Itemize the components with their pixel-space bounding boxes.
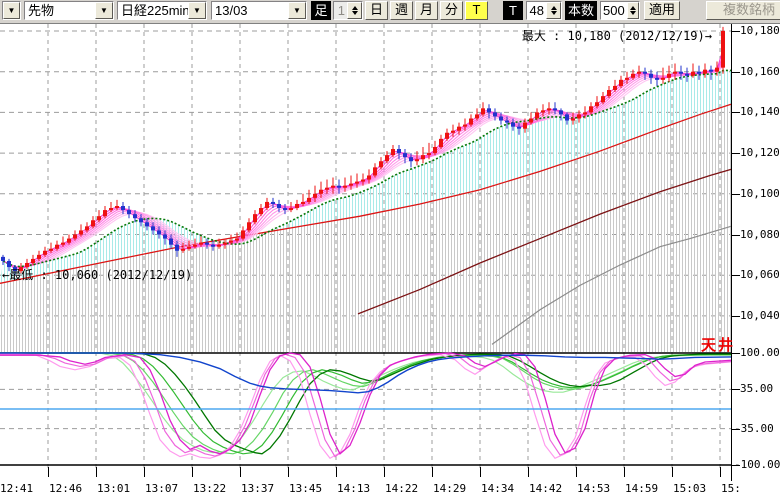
price-tick (732, 153, 740, 154)
bar-count-stepper[interactable]: 500 (600, 1, 640, 20)
time-label: 13:45 (289, 482, 322, 495)
apply-button[interactable]: 適用 (644, 1, 680, 20)
toolbar: ▼ 先物 ▼ 日経225mini ▼ 13/03 ▼ 足 1 日 週 月 分 T… (0, 0, 780, 24)
price-tick (732, 112, 740, 113)
time-label: 13:22 (193, 482, 226, 495)
time-label: 12:46 (49, 482, 82, 495)
period-button-month[interactable]: 月 (415, 1, 438, 20)
time-label: 13:37 (241, 482, 274, 495)
period-button-minute[interactable]: 分 (440, 1, 463, 20)
price-label: 10,140 (740, 105, 780, 118)
symbol-select[interactable]: 日経225mini ▼ (117, 1, 207, 20)
time-label: 12:41 (0, 482, 33, 495)
time-tick (528, 467, 529, 477)
price-label: 10,040 (740, 309, 780, 322)
max-price-annotation: 最大 : 10,180 (2012/12/19)→ (522, 27, 712, 44)
chevron-down-icon[interactable]: ▼ (188, 2, 206, 19)
tick-size-label: T (503, 1, 523, 20)
price-tick (732, 31, 740, 32)
time-tick (96, 467, 97, 477)
price-tick (732, 72, 740, 73)
contract-select-value: 13/03 (212, 2, 288, 19)
period-button-day[interactable]: 日 (365, 1, 388, 20)
time-label: 14:53 (577, 482, 610, 495)
time-tick (672, 467, 673, 477)
min-price-annotation: ←最低 : 10,060 (2012/12/19) (2, 266, 192, 283)
period-button-week[interactable]: 週 (390, 1, 413, 20)
time-tick (288, 467, 289, 477)
price-label: 10,080 (740, 228, 780, 241)
time-tick (480, 467, 481, 477)
bar-interval-value: 1 (334, 2, 347, 19)
time-tick (48, 467, 49, 477)
price-tick (732, 235, 740, 236)
oscillator-panel[interactable] (0, 352, 732, 468)
time-tick (384, 467, 385, 477)
oscillator-label: -100.00 (734, 458, 780, 471)
price-label: 10,100 (740, 187, 780, 200)
chevron-down-icon[interactable]: ▼ (3, 2, 20, 19)
oscillator-tick (732, 389, 740, 390)
time-tick (624, 467, 625, 477)
time-label: 14:34 (481, 482, 514, 495)
time-tick (432, 467, 433, 477)
trading-chart-window: { "toolbar": { "stub_arrow": "▼", "marke… (0, 0, 780, 500)
price-panel[interactable] (0, 24, 732, 352)
contract-select[interactable]: 13/03 ▼ (211, 1, 307, 20)
time-tick (720, 467, 721, 477)
combo-stub[interactable]: ▼ (2, 1, 21, 20)
chevron-down-icon[interactable]: ▼ (95, 2, 113, 19)
max-arrow-icon: → (705, 29, 712, 43)
price-tick (732, 275, 740, 276)
oscillator-label: 35.00 (740, 382, 773, 395)
time-label: 14:13 (337, 482, 370, 495)
time-tick (240, 467, 241, 477)
price-tick (732, 194, 740, 195)
bar-interval-stepper[interactable]: 1 (333, 1, 363, 20)
price-label: 10,180 (740, 24, 780, 37)
bar-count-value: 500 (601, 2, 627, 19)
bar-label: 足 (311, 1, 331, 20)
time-tick (144, 467, 145, 477)
time-label: 14:22 (385, 482, 418, 495)
price-tick (732, 316, 740, 317)
time-tick (192, 467, 193, 477)
time-label: 15: (721, 482, 740, 495)
tick-size-value: 48 (527, 2, 546, 19)
time-axis: 12:41 12:46 13:01 13:07 13:22 13:37 13:45 14:13… (0, 482, 740, 498)
market-select-value: 先物 (25, 2, 95, 19)
spinner-icon[interactable] (627, 2, 639, 19)
time-label: 13:07 (145, 482, 178, 495)
price-label: 10,060 (740, 268, 780, 281)
time-label: 13:01 (97, 482, 130, 495)
oscillator-label: 100.00 (740, 346, 780, 359)
max-price-text: 最大 : 10,180 (2012/12/19) (522, 29, 705, 43)
bar-count-label: 本数 (565, 1, 597, 20)
symbol-select-value: 日経225mini (118, 2, 188, 19)
time-label: 14:59 (625, 482, 658, 495)
spinner-icon[interactable] (546, 2, 561, 19)
price-label: 10,160 (740, 65, 780, 78)
time-label: 14:29 (433, 482, 466, 495)
price-label: 10,120 (740, 146, 780, 159)
chart-area: 10,180 10,160 10,140 10,120 10,100 10,080 10,0… (0, 24, 780, 500)
time-tick (336, 467, 337, 477)
right-axis-line (731, 24, 732, 481)
tick-size-stepper[interactable]: 48 (526, 1, 562, 20)
multi-symbol-button[interactable]: 複数銘柄 (706, 1, 780, 20)
period-button-tick[interactable]: T (465, 1, 488, 20)
time-label: 14:42 (529, 482, 562, 495)
spinner-icon[interactable] (347, 2, 362, 19)
chevron-down-icon[interactable]: ▼ (288, 2, 306, 19)
ceiling-signal-label: 天井 (701, 334, 735, 355)
min-price-text: ←最低 : 10,060 (2012/12/19) (2, 268, 192, 282)
time-label: 15:03 (673, 482, 706, 495)
time-tick (576, 467, 577, 477)
oscillator-label: -35.00 (734, 422, 774, 435)
market-select[interactable]: 先物 ▼ (24, 1, 114, 20)
